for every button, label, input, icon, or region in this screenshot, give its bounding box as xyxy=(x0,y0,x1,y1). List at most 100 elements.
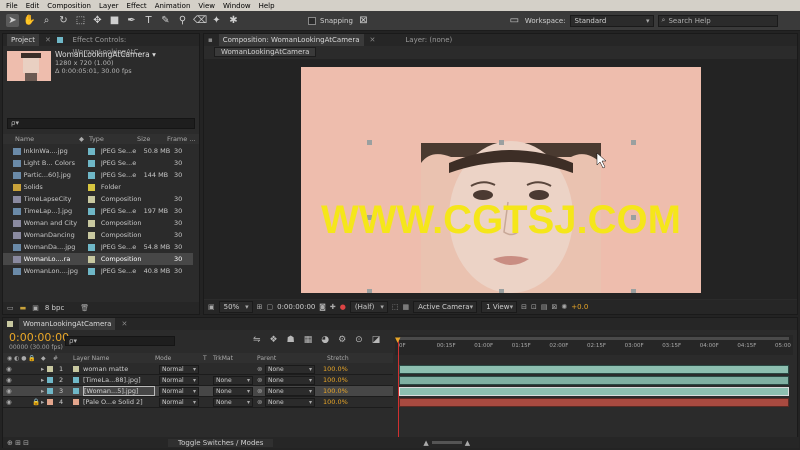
col-frame[interactable]: Frame ... xyxy=(167,135,196,143)
label-color-swatch[interactable] xyxy=(88,183,95,191)
project-item[interactable]: Light B... Colors JPEG Se...e 30 xyxy=(3,157,193,169)
track-bar-4[interactable] xyxy=(399,398,789,407)
col-layer-name[interactable]: Layer Name xyxy=(73,355,155,362)
snapshot-icon[interactable]: ◙ xyxy=(319,303,326,311)
layer-stretch-value[interactable]: 100.0% xyxy=(323,376,348,384)
tab-project[interactable]: Project xyxy=(7,34,39,46)
magnification-dropdown[interactable]: 50% xyxy=(218,301,253,313)
parent-dropdown[interactable]: None xyxy=(265,364,315,374)
always-preview-icon[interactable]: ▣ xyxy=(208,303,215,311)
menu-composition[interactable]: Composition xyxy=(47,2,91,10)
parent-pickwhip-icon[interactable]: ⊚ xyxy=(253,376,265,384)
region-of-interest-icon[interactable]: ⬚ xyxy=(392,303,399,311)
project-item[interactable]: WomanDancing Composition 30 xyxy=(3,229,193,241)
camera-view-dropdown[interactable]: Active Camera xyxy=(413,301,478,313)
layer-name[interactable]: [Woman...5].jpg] xyxy=(83,386,155,396)
hand-tool-icon[interactable]: ✋ xyxy=(23,14,36,27)
lock-icon[interactable]: 🔒 xyxy=(32,398,41,406)
menu-layer[interactable]: Layer xyxy=(99,2,119,10)
mask-visibility-icon[interactable]: ▢ xyxy=(267,303,274,311)
menu-animation[interactable]: Animation xyxy=(155,2,191,10)
search-help-input[interactable]: Search Help xyxy=(668,17,710,25)
auto-keyframe-icon[interactable]: ⊙ xyxy=(355,335,363,345)
project-item[interactable]: TimeLapseCity Composition 30 xyxy=(3,193,193,205)
workspace-dropdown[interactable]: Standard xyxy=(569,14,654,27)
layer-stretch-value[interactable]: 100.0% xyxy=(323,365,348,373)
parent-dropdown[interactable]: None xyxy=(265,386,315,396)
pan-behind-tool-icon[interactable]: ✥ xyxy=(91,14,104,27)
visibility-eye-icon[interactable]: ◉ xyxy=(3,365,13,373)
work-area-bar[interactable] xyxy=(399,337,789,340)
close-icon[interactable]: ✕ xyxy=(121,320,127,328)
exposure-value[interactable]: +0.0 xyxy=(571,303,588,311)
pen-tool-icon[interactable]: ✒ xyxy=(125,14,138,27)
snap-options-icon[interactable]: ⊠ xyxy=(357,14,370,27)
track-bar-2[interactable] xyxy=(399,376,789,385)
label-color-swatch[interactable] xyxy=(88,267,95,275)
roto-brush-tool-icon[interactable]: ✦ xyxy=(210,14,223,27)
project-item[interactable]: Woman and City Composition 30 xyxy=(3,217,193,229)
layer-name[interactable]: woman matte xyxy=(83,365,155,373)
col-stretch[interactable]: Stretch xyxy=(327,355,349,362)
layer-stretch-value[interactable]: 100.0% xyxy=(323,398,348,406)
project-item[interactable]: WomanLon....jpg JPEG Se...e 40.8 MB 30 xyxy=(3,265,193,277)
comp-viewer[interactable]: WWW.CGTSJ.COM xyxy=(204,59,797,299)
track-matte-dropdown[interactable]: None xyxy=(213,386,253,396)
search-help-field[interactable]: ⌕ Search Help xyxy=(657,14,778,27)
menu-effect[interactable]: Effect xyxy=(127,2,147,10)
label-color-swatch[interactable] xyxy=(88,243,95,251)
track-bar-3[interactable] xyxy=(399,387,789,396)
tab-timeline[interactable]: WomanLookingAtCamera xyxy=(19,318,116,330)
timeline-icon[interactable]: ▤ xyxy=(541,303,548,311)
project-item[interactable]: WomanDa....jpg JPEG Se...e 54.8 MB 30 xyxy=(3,241,193,253)
parent-pickwhip-icon[interactable]: ⊚ xyxy=(253,365,265,373)
toggle-switches-modes-button[interactable]: Toggle Switches / Modes xyxy=(168,438,274,447)
menu-window[interactable]: Window xyxy=(223,2,251,10)
safe-zones-icon[interactable]: ⊞ xyxy=(257,303,263,311)
menu-file[interactable]: File xyxy=(6,2,18,10)
project-search-input[interactable]: ρ▾ xyxy=(7,118,195,129)
new-folder-icon[interactable]: ▬ xyxy=(20,304,27,312)
brainstorm-icon[interactable]: ⚙ xyxy=(338,335,346,345)
layer-name[interactable]: [TimeLa...88].jpg] xyxy=(83,376,155,384)
track-matte-dropdown[interactable]: None xyxy=(213,375,253,385)
timeline-search-input[interactable]: ρ▾ xyxy=(65,336,175,346)
menu-help[interactable]: Help xyxy=(259,2,275,10)
layer-label-swatch[interactable] xyxy=(47,399,53,405)
blend-mode-dropdown[interactable]: Normal xyxy=(159,364,199,374)
project-item[interactable]: Partic...60].jpg JPEG Se...e 144 MB 30 xyxy=(3,169,193,181)
layer-label-swatch[interactable] xyxy=(47,366,53,372)
tab-layer[interactable]: Layer: (none) xyxy=(401,34,456,46)
layer-label-swatch[interactable] xyxy=(47,377,53,383)
camera-tool-icon[interactable]: ⬚ xyxy=(74,14,87,27)
project-item[interactable]: TimeLap...].jpg JPEG Se...e 197 MB 30 xyxy=(3,205,193,217)
transparency-grid-icon[interactable]: ▦ xyxy=(403,303,410,311)
timeline-current-time[interactable]: 0:00:00:00 xyxy=(9,331,69,344)
label-color-swatch[interactable] xyxy=(88,147,95,155)
label-color-swatch[interactable] xyxy=(88,159,95,167)
channel-icon[interactable]: ● xyxy=(340,303,346,311)
close-icon[interactable]: ✕ xyxy=(45,36,51,44)
visibility-eye-icon[interactable]: ◉ xyxy=(3,376,13,384)
expand-layer-switches-icon[interactable]: ⊕ ⊞ ⊟ xyxy=(3,439,168,447)
rotate-tool-icon[interactable]: ↻ xyxy=(57,14,70,27)
col-size[interactable]: Size xyxy=(137,135,167,143)
zoom-in-icon[interactable]: ▲ xyxy=(465,439,470,447)
lock-icon[interactable]: ▪ xyxy=(208,36,213,44)
comp-subtab[interactable]: WomanLookingAtCamera xyxy=(214,47,317,57)
draft-3d-icon[interactable]: ❖ xyxy=(270,335,278,345)
toggle-pixel-aspect-icon[interactable]: ⊟ xyxy=(521,303,527,311)
playhead-icon[interactable]: ▼ xyxy=(395,336,400,344)
text-tool-icon[interactable]: T xyxy=(142,14,155,27)
tab-effect-controls[interactable]: Effect Controls: WomanLookingAtC... xyxy=(69,34,199,56)
view-layout-dropdown[interactable]: 1 View xyxy=(481,301,518,313)
comp-flowchart-icon[interactable]: ⊠ xyxy=(552,303,558,311)
frame-blending-icon[interactable]: ▦ xyxy=(304,335,313,345)
current-time-indicator[interactable] xyxy=(398,340,399,440)
snapping-checkbox[interactable] xyxy=(308,16,316,25)
project-item[interactable]: Solids Folder xyxy=(3,181,193,193)
timeline-zoom-slider[interactable] xyxy=(431,441,462,444)
reset-exposure-icon[interactable]: ✺ xyxy=(561,303,567,311)
parent-dropdown[interactable]: None xyxy=(265,397,315,407)
comp-mini-flowchart-icon[interactable]: ⇋ xyxy=(253,335,261,345)
